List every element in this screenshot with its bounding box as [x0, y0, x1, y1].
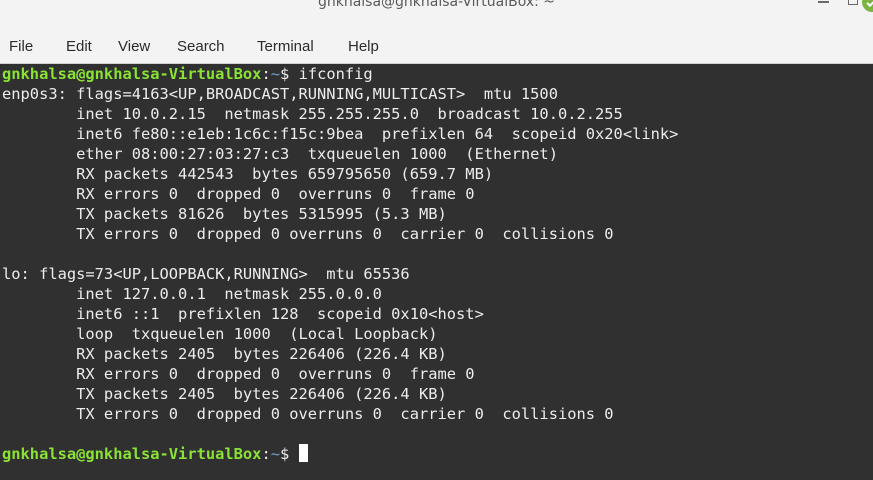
output-line: loop txqueuelen 1000 (Local Loopback): [2, 325, 438, 343]
output-line: inet 10.0.2.15 netmask 255.255.255.0 bro…: [2, 105, 623, 123]
output-line: RX packets 442543 bytes 659795650 (659.7…: [2, 165, 494, 183]
command-line: gnkhalsa@gnkhalsa-VirtualBox:~$ ifconfig: [2, 64, 373, 84]
menu-help[interactable]: Help: [348, 38, 379, 55]
menu-terminal[interactable]: Terminal: [257, 38, 314, 55]
output-line: TX packets 81626 bytes 5315995 (5.3 MB): [2, 205, 447, 223]
terminal-area[interactable]: gnkhalsa@gnkhalsa-VirtualBox:~$ ifconfig…: [0, 64, 873, 480]
output-line: lo: flags=73<UP,LOOPBACK,RUNNING> mtu 65…: [2, 265, 410, 283]
menu-edit[interactable]: Edit: [66, 38, 92, 55]
maximize-icon[interactable]: [848, 0, 858, 6]
prompt-path: ~: [270, 445, 281, 463]
prompt-colon: :: [261, 445, 271, 463]
output-line: RX errors 0 dropped 0 overruns 0 frame 0: [2, 185, 475, 203]
prompt-user-host: gnkhalsa@gnkhalsa-VirtualBox: [2, 65, 262, 83]
output-line: inet6 fe80::e1eb:1c6c:f15c:9bea prefixle…: [2, 125, 679, 143]
output-line: inet6 ::1 prefixlen 128 scopeid 0x10<hos…: [2, 305, 484, 323]
text-cursor: [298, 444, 308, 462]
output-line: RX packets 2405 bytes 226406 (226.4 KB): [2, 345, 447, 363]
prompt-path: ~: [270, 65, 281, 83]
prompt-symbol: $: [280, 445, 299, 463]
prompt-symbol: $: [280, 65, 299, 83]
output-line: TX errors 0 dropped 0 overruns 0 carrier…: [2, 225, 614, 243]
prompt-colon: :: [261, 65, 271, 83]
menu-search[interactable]: Search: [177, 38, 225, 55]
window-title: gnkhalsa@gnkhalsa-VirtualBox: ~: [317, 0, 556, 10]
minimize-icon[interactable]: [818, 0, 830, 9]
command-text: ifconfig: [298, 65, 373, 83]
output-line: enp0s3: flags=4163<UP,BROADCAST,RUNNING,…: [2, 85, 558, 103]
output-line: ether 08:00:27:03:27:c3 txqueuelen 1000 …: [2, 145, 558, 163]
menu-view[interactable]: View: [118, 38, 150, 55]
terminal-window: gnkhalsa@gnkhalsa-VirtualBox: ~ File Edi…: [0, 0, 873, 480]
output-line: inet 127.0.0.1 netmask 255.0.0.0: [2, 285, 382, 303]
menu-bar: File Edit View Search Terminal Help: [0, 30, 873, 64]
active-prompt-line[interactable]: gnkhalsa@gnkhalsa-VirtualBox:~$: [2, 444, 308, 464]
menu-file[interactable]: File: [9, 38, 33, 55]
close-icon[interactable]: [862, 0, 873, 12]
output-line: RX errors 0 dropped 0 overruns 0 frame 0: [2, 365, 475, 383]
prompt-user-host: gnkhalsa@gnkhalsa-VirtualBox: [2, 445, 262, 463]
title-bar[interactable]: gnkhalsa@gnkhalsa-VirtualBox: ~: [0, 0, 873, 30]
output-line: TX errors 0 dropped 0 overruns 0 carrier…: [2, 405, 614, 423]
output-line: TX packets 2405 bytes 226406 (226.4 KB): [2, 385, 447, 403]
